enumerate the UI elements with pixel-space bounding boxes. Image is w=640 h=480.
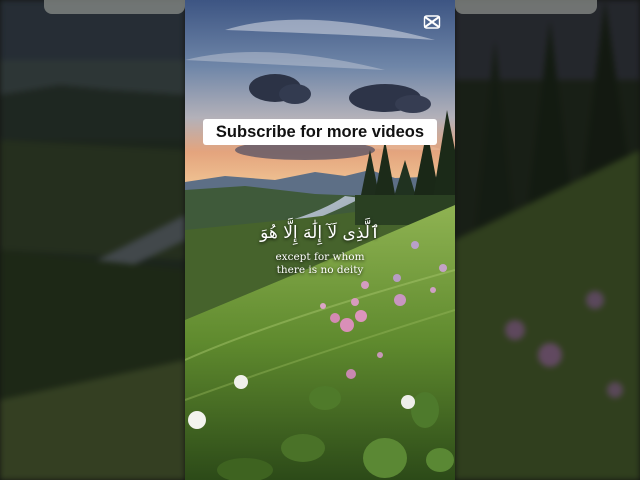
translation-line-2: there is no deity bbox=[276, 264, 364, 276]
ghost-overlay-bar-right bbox=[455, 0, 597, 14]
blurred-backdrop-right bbox=[455, 0, 640, 480]
capcut-logo-icon bbox=[423, 15, 441, 29]
ghost-overlay-bar-left bbox=[44, 0, 185, 14]
video-frame[interactable]: Subscribe for more videos ٱلَّذِى لَآ إِ… bbox=[185, 0, 455, 480]
arabic-verse-text: ٱلَّذِى لَآ إِلَٰهَ إِلَّا هُوَ bbox=[260, 223, 380, 243]
subscribe-banner: Subscribe for more videos bbox=[203, 119, 437, 145]
translation-line-1: except for whom bbox=[275, 251, 365, 263]
translation-caption: except for whom there is no deity bbox=[235, 251, 405, 277]
blurred-backdrop-left bbox=[0, 0, 185, 480]
